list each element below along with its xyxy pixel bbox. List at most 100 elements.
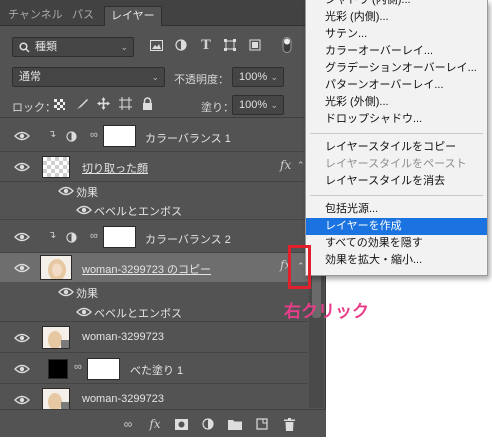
lock-transparent-icon[interactable] (54, 99, 65, 110)
layer-name: べた塗り 1 (130, 365, 184, 377)
menu-item-clear-style[interactable]: レイヤースタイルを消去 (306, 173, 487, 190)
menu-item-color-overlay[interactable]: カラーオーバーレイ... (306, 43, 487, 60)
trash-icon[interactable] (281, 416, 297, 432)
menu-item-hide-all-effects[interactable]: すべての効果を隠す (306, 235, 487, 252)
right-click-annotation: 右クリック (284, 302, 369, 321)
menu-item-paste-style: レイヤースタイルをペースト (325, 158, 467, 170)
effect-bevel-row[interactable]: ベベルとエンボス (0, 200, 308, 220)
tab-paths[interactable]: パス (70, 6, 96, 26)
menu-item-pattern-overlay[interactable]: パターンオーバーレイ... (306, 77, 487, 94)
layer-row-woman-original[interactable]: woman-3299723 (0, 384, 308, 410)
layer-row-woman-copy[interactable]: woman-3299723 のコピー fx ⌃ (0, 253, 308, 282)
chevron-down-icon: ⌄ (270, 100, 278, 110)
layer-row-solid-fill[interactable]: ∞ べた塗り 1 (0, 353, 308, 384)
new-adjustment-icon[interactable] (200, 416, 216, 432)
layer-row-color-balance-2[interactable]: ↴ ∞ カラーバランス 2 (0, 220, 308, 253)
adjustment-layer-icon (66, 131, 77, 142)
add-style-icon[interactable]: fx (147, 416, 163, 432)
lock-artboard-icon[interactable] (119, 97, 132, 113)
opacity-value: 100% (239, 71, 268, 83)
fill-label: 塗り： (201, 102, 234, 114)
layer-row-color-balance-1[interactable]: ↴ ∞ カラーバランス 1 (0, 120, 308, 152)
chevron-down-icon: ⌄ (270, 72, 278, 82)
blend-mode-select[interactable]: 通常 ⌄ (12, 67, 165, 87)
eye-icon[interactable] (14, 332, 30, 344)
filter-kind-value: 種類 (35, 41, 57, 53)
search-icon (19, 42, 30, 53)
clip-arrow-icon: ↴ (48, 129, 57, 140)
eye-icon[interactable] (14, 363, 30, 375)
adjustment-filter-icon[interactable] (172, 36, 190, 54)
menu-separator (310, 133, 483, 134)
layer-thumbnail (42, 156, 70, 178)
context-menu: シャドウ (内側)... 光彩 (内側)... サテン... カラーオーバーレイ… (305, 0, 488, 276)
panel-bottom-bar: ∞ fx (0, 409, 326, 437)
eye-icon[interactable] (14, 130, 30, 142)
layer-list: ↴ ∞ カラーバランス 1 切り取った顔 fx ⌃ 効果 ベベルとエンボス ↴ (0, 120, 308, 410)
right-click-marker (288, 245, 311, 289)
layer-name: woman-3299723 のコピー (82, 264, 212, 276)
layer-row-woman[interactable]: woman-3299723 (0, 322, 308, 353)
layer-mask-thumbnail (103, 226, 136, 248)
layer-mask-thumbnail (103, 125, 136, 147)
menu-item-global-light[interactable]: 包括光源... (306, 201, 487, 218)
menu-separator (310, 195, 483, 196)
tab-layers[interactable]: レイヤー (104, 6, 162, 26)
eye-icon[interactable] (58, 286, 74, 298)
layer-name: woman-3299723 (82, 331, 164, 343)
menu-item-gradient-overlay[interactable]: グラデーションオーバーレイ... (306, 60, 487, 77)
panel-tabs: チャンネル パス レイヤー (0, 0, 326, 26)
eye-icon[interactable] (14, 231, 30, 243)
lock-pixels-icon[interactable] (76, 97, 89, 113)
eye-icon[interactable] (14, 161, 30, 173)
eye-icon[interactable] (14, 262, 30, 274)
chevron-up-icon[interactable]: ⌃ (297, 160, 305, 171)
menu-item-outer-glow[interactable]: 光彩 (外側)... (306, 94, 487, 111)
fx-icon[interactable]: fx (280, 158, 291, 172)
eye-icon[interactable] (58, 185, 74, 197)
menu-item-inner-glow[interactable]: 光彩 (内側)... (306, 9, 487, 26)
layer-thumbnail (42, 388, 70, 410)
chevron-down-icon: ⌄ (120, 42, 128, 52)
effects-label: 効果 (76, 288, 98, 300)
effects-row[interactable]: 効果 (0, 282, 308, 302)
effect-bevel-row[interactable]: ベベルとエンボス (0, 302, 308, 322)
new-group-icon[interactable] (227, 416, 243, 432)
layers-panel: チャンネル パス レイヤー 種類 ⌄ T 通常 ⌄ 不透明度： 100% ⌄ ロ… (0, 0, 326, 437)
link-icon: ∞ (90, 129, 98, 141)
lock-position-icon[interactable] (97, 97, 110, 113)
eye-icon[interactable] (14, 394, 30, 406)
adjustment-layer-icon (66, 232, 77, 243)
menu-item-create-layer[interactable]: レイヤーを作成 (306, 218, 487, 235)
menu-item-drop-shadow[interactable]: ドロップシャドウ... (306, 111, 487, 128)
menu-item-inner-shadow[interactable]: シャドウ (内側)... (306, 0, 487, 9)
type-filter-icon[interactable]: T (197, 36, 215, 54)
pixel-filter-icon[interactable] (147, 36, 165, 54)
effects-label: 効果 (76, 187, 98, 199)
blend-mode-value: 通常 (19, 71, 41, 83)
eye-icon[interactable] (76, 306, 92, 318)
opacity-input[interactable]: 100% ⌄ (232, 67, 284, 87)
shape-filter-icon[interactable] (221, 36, 239, 54)
lock-label: ロック： (12, 102, 56, 114)
menu-item-copy-style[interactable]: レイヤースタイルをコピー (306, 139, 487, 156)
effects-row[interactable]: 効果 (0, 182, 308, 200)
new-layer-icon[interactable] (254, 416, 270, 432)
link-icon: ∞ (90, 230, 98, 242)
menu-item-scale-effects[interactable]: 効果を拡大・縮小... (306, 252, 487, 269)
lock-all-icon[interactable] (142, 97, 153, 113)
eye-icon[interactable] (76, 204, 92, 216)
effect-name: ベベルとエンボス (94, 206, 182, 218)
tab-channels[interactable]: チャンネル (6, 6, 65, 26)
layer-name: カラーバランス 2 (145, 234, 231, 246)
filter-kind-select[interactable]: 種類 ⌄ (12, 37, 134, 57)
fill-input[interactable]: 100% ⌄ (232, 95, 284, 115)
filter-toggle-icon[interactable] (278, 36, 296, 54)
opacity-label: 不透明度： (174, 74, 229, 86)
add-mask-icon[interactable] (173, 416, 189, 432)
layer-name: 切り取った顔 (82, 163, 148, 175)
menu-item-satin[interactable]: サテン... (306, 26, 487, 43)
layer-row-cut-face[interactable]: 切り取った顔 fx ⌃ (0, 152, 308, 182)
smart-object-filter-icon[interactable] (246, 36, 264, 54)
link-layers-icon[interactable]: ∞ (120, 416, 136, 432)
